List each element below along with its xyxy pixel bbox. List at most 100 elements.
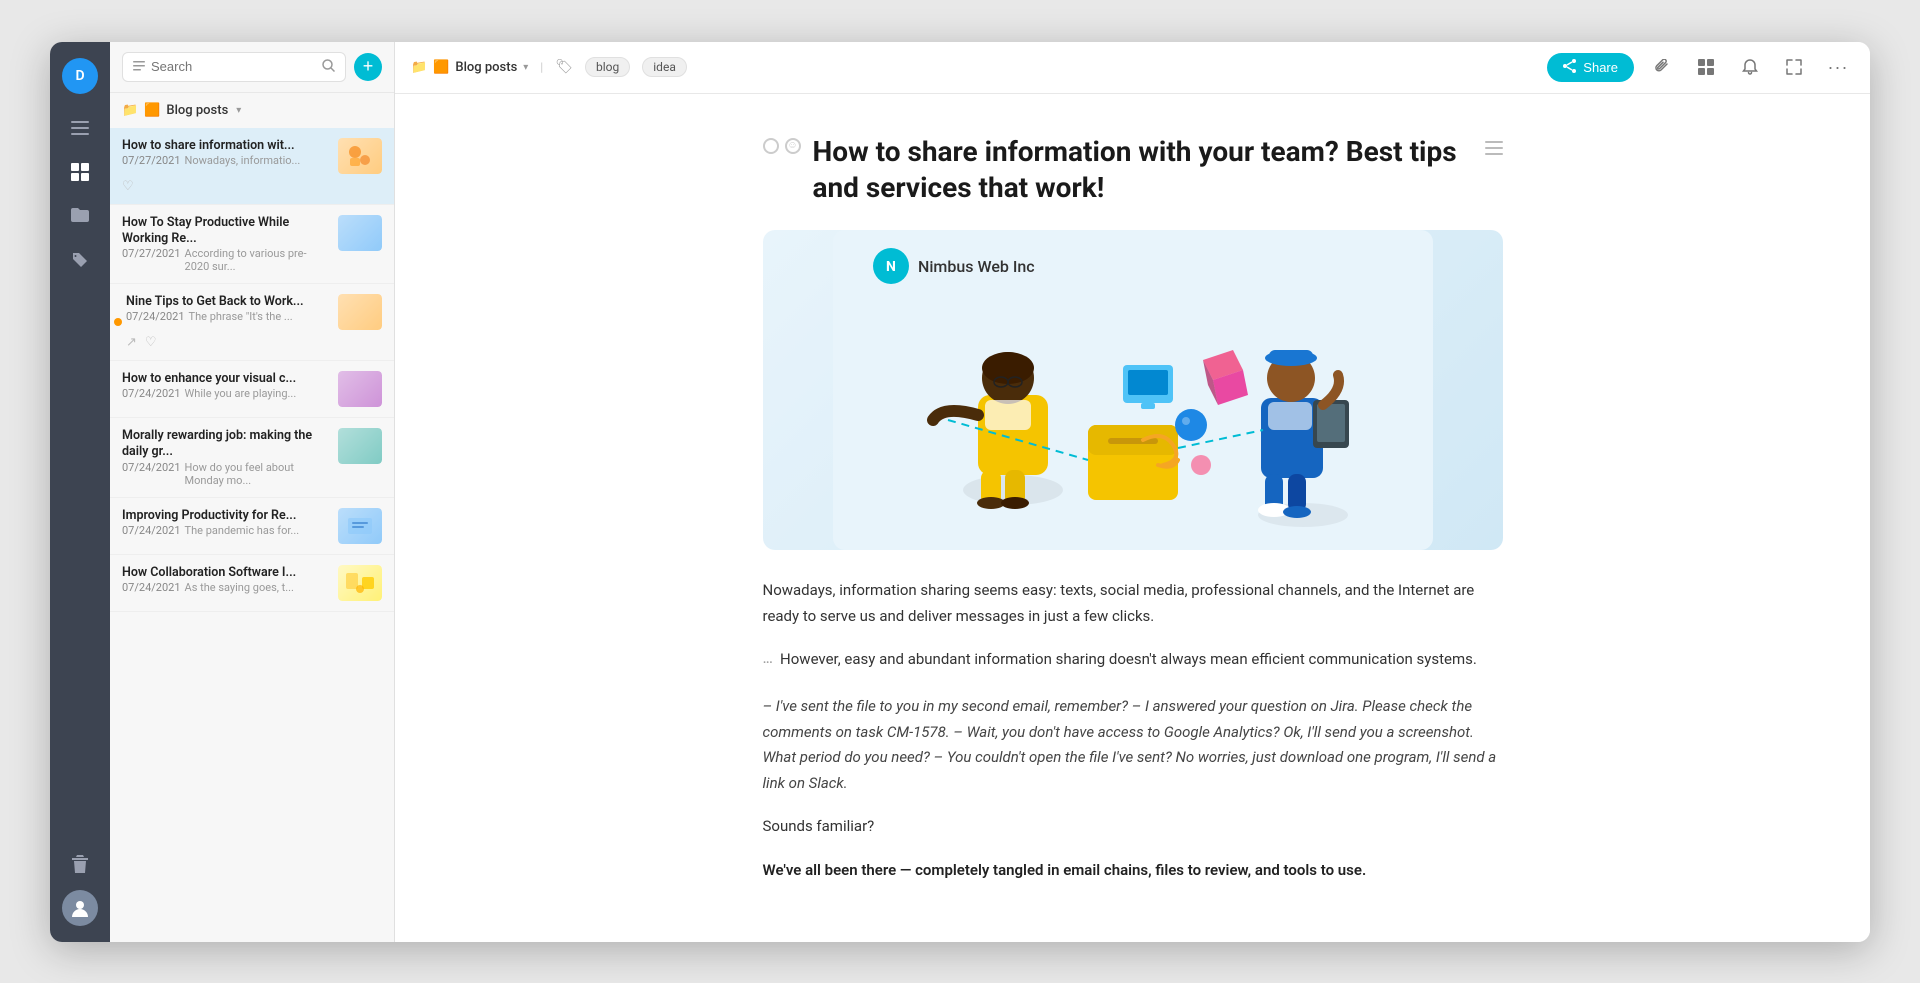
folder-nav-icon[interactable] [62,198,98,234]
breadcrumb-folder-color-icon: 🟧 [433,60,449,75]
post-thumbnail [338,215,382,251]
search-input[interactable] [151,59,316,74]
article-title: How to share information with your team?… [813,134,1473,207]
grid-icon[interactable] [62,154,98,190]
list-item[interactable]: Improving Productivity for Re... 07/24/2… [110,498,394,555]
thumb-image [338,371,382,407]
breadcrumb-folder-icon: 📁 [411,60,427,75]
post-date: 07/24/2021 [122,581,181,594]
post-excerpt: Nowadays, informatio... [185,154,301,167]
post-excerpt: The phrase "It's the ... [189,310,293,323]
heart-icon[interactable]: ♡ [122,179,134,194]
post-thumbnail [338,565,382,601]
share-button[interactable]: Share [1547,53,1634,82]
add-button[interactable]: + [354,53,382,81]
layout-button[interactable] [1690,51,1722,83]
svg-text:Nimbus Web Inc: Nimbus Web Inc [918,257,1035,276]
post-excerpt: The pandemic has for... [185,524,300,537]
heart-icon[interactable]: ♡ [145,335,157,350]
breadcrumb-chevron-icon[interactable]: ▾ [523,62,528,73]
posts-list: How to share information wit... 07/27/20… [110,128,394,942]
article-controls: ☺ [763,134,801,154]
post-excerpt: According to various pre-2020 sur... [185,247,330,273]
post-thumbnail [338,428,382,464]
article-paragraph: Sounds familiar? [763,814,1503,840]
article-hero-image: N Nimbus Web Inc [763,230,1503,550]
breadcrumb: 📁 🟧 Blog posts ▾ [411,60,528,75]
bottom-avatar[interactable] [62,890,98,926]
thumb-image [338,565,382,601]
thumb-image [338,428,382,464]
filter-icon[interactable] [133,60,145,74]
post-date: 07/24/2021 [126,310,185,323]
list-item[interactable]: Morally rewarding job: making the daily … [110,418,394,498]
post-date: 07/24/2021 [122,524,181,537]
trash-nav-icon[interactable] [62,846,98,882]
posts-panel: + 📁 🟧 Blog posts ▾ How to share informat… [110,42,395,942]
tag-icon-bar: 🏷 [555,59,573,75]
search-input-wrap[interactable] [122,52,346,82]
sidebar-nav: D [50,42,110,942]
circle-button[interactable] [763,138,779,154]
share-icon [1563,59,1577,76]
list-item[interactable]: How Collaboration Software I... 07/24/20… [110,555,394,612]
thumb-image [338,508,382,544]
app-window: D [50,42,1870,942]
hamburger-icon[interactable] [62,110,98,146]
bell-button[interactable] [1734,51,1766,83]
separator: | [540,60,543,74]
article-italic-paragraph: – I've sent the file to you in my second… [763,694,1503,796]
post-title: Morally rewarding job: making the daily … [122,428,330,461]
svg-text:N: N [886,259,896,275]
list-item[interactable]: Nine Tips to Get Back to Work... 07/24/2… [110,284,394,361]
breadcrumb-text: Blog posts [455,60,517,75]
post-date: 07/24/2021 [122,387,181,400]
folder-header[interactable]: 📁 🟧 Blog posts ▾ [110,93,394,128]
list-item[interactable]: How To Stay Productive While Working Re.… [110,205,394,285]
post-excerpt: As the saying goes, t... [185,581,294,594]
tag-nav-icon[interactable] [62,242,98,278]
post-date: 07/27/2021 [122,247,181,273]
tag-idea[interactable]: idea [642,57,687,77]
status-dot [114,318,122,326]
article-body: Nowadays, information sharing seems easy… [763,578,1503,883]
article-paragraph-dots: ··· However, easy and abundant informati… [763,647,1503,676]
post-date: 07/24/2021 [122,461,181,487]
list-item[interactable]: How to enhance your visual c... 07/24/20… [110,361,394,418]
emoji-button[interactable]: ☺ [785,138,801,154]
post-date: 07/27/2021 [122,154,181,167]
attachment-button[interactable] [1646,51,1678,83]
dots-indicator: ··· [763,649,773,676]
thumb-image [338,215,382,251]
post-thumbnail [338,294,382,330]
share-action-icon[interactable]: ↗ [126,335,137,350]
post-title: Improving Productivity for Re... [122,508,299,524]
article-area: ☺ How to share information with your tea… [683,94,1583,942]
search-icon [322,59,335,75]
thumb-image [338,294,382,330]
post-thumbnail [338,508,382,544]
article-menu-icon[interactable] [1485,134,1503,159]
topbar: 📁 🟧 Blog posts ▾ | 🏷 blog idea Share [395,42,1870,94]
user-avatar[interactable]: D [62,58,98,94]
post-title: How to share information wit... [122,138,300,154]
post-title: How To Stay Productive While Working Re.… [122,215,330,248]
folder-emoji-color: 🟧 [144,103,160,118]
tag-blog[interactable]: blog [585,57,630,77]
folder-emoji: 📁 [122,103,138,118]
article-bold-paragraph: We've all been there — completely tangle… [763,858,1503,884]
search-bar: + [110,42,394,93]
post-excerpt: How do you feel about Monday mo... [185,461,330,487]
post-title: Nine Tips to Get Back to Work... [126,294,304,310]
post-thumbnail [338,371,382,407]
folder-label: Blog posts [166,103,228,118]
more-button[interactable]: ··· [1822,51,1854,83]
post-thumbnail [338,138,382,174]
list-item[interactable]: How to share information wit... 07/27/20… [110,128,394,205]
thumb-image [338,138,382,174]
article-paragraph: Nowadays, information sharing seems easy… [763,578,1503,629]
post-excerpt: While you are playing... [185,387,297,400]
post-title: How Collaboration Software I... [122,565,296,581]
expand-button[interactable] [1778,51,1810,83]
article-title-row: ☺ How to share information with your tea… [763,134,1503,207]
